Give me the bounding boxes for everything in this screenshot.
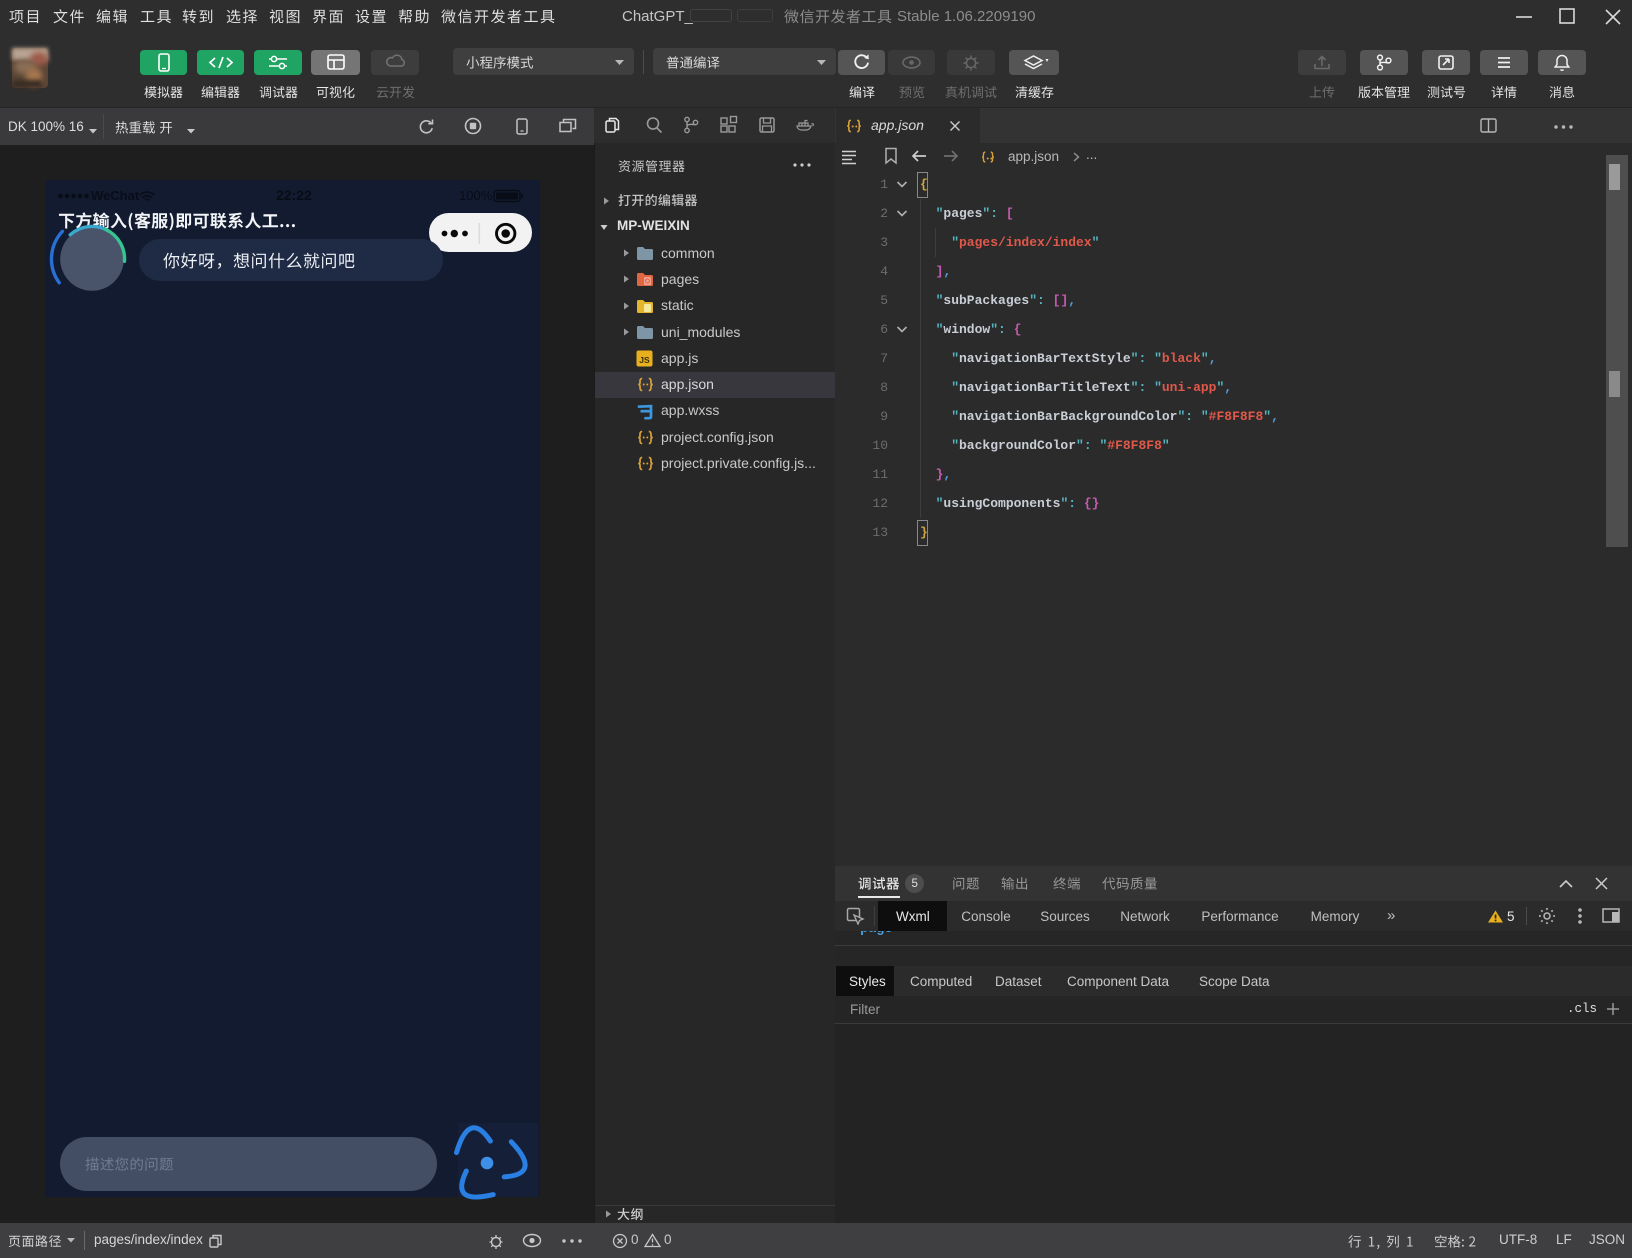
svg-text:JS: JS bbox=[639, 355, 650, 365]
